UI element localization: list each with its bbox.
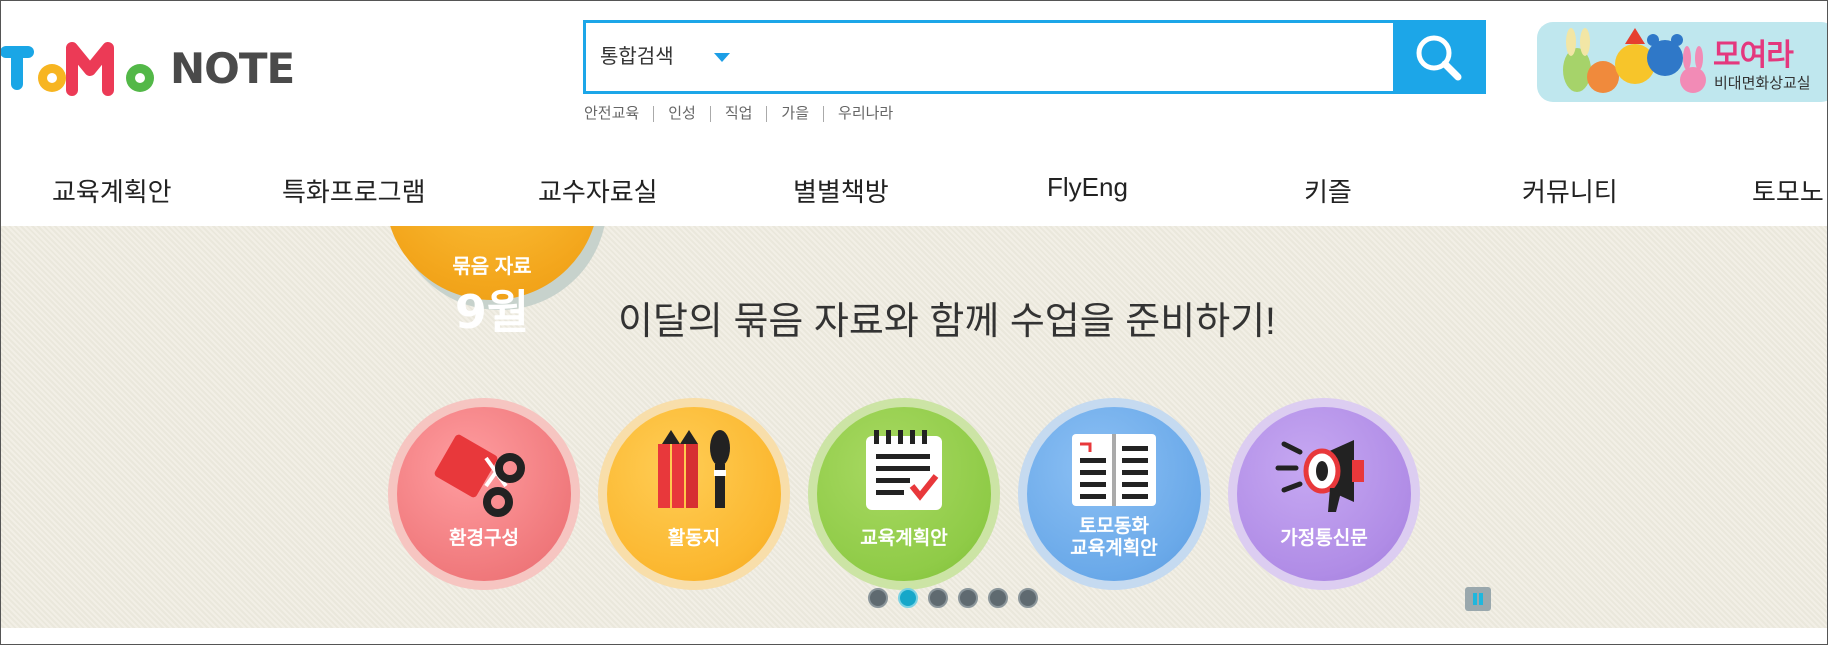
category-lesson-plan[interactable]: 교육계획안 [808, 398, 1000, 590]
carousel-pagination [868, 588, 1048, 608]
nav-item-special-program[interactable]: 특화프로그램 [282, 172, 426, 209]
banner-subtitle: 비대면화상교실 [1714, 75, 1811, 92]
scissors-paper-icon [434, 434, 525, 517]
banner-title: 모여라 [1713, 38, 1794, 73]
open-book-icon [1072, 434, 1156, 506]
monthly-bundle-section: 묶음 자료 9월 이달의 묶음 자료와 함께 수업을 준비하기! 환경구성 활동… [0, 226, 1828, 628]
keyword-link[interactable]: 안전교육 [584, 106, 653, 122]
category-label-line2: 교육계획안 [1070, 538, 1158, 559]
category-label-line1: 토모동화 [1079, 516, 1149, 537]
tomo-logo-mark [0, 42, 154, 96]
section-headline: 이달의 묶음 자료와 함께 수업을 준비하기! [618, 301, 1276, 343]
category-home-newsletter[interactable]: 가정통신문 [1228, 398, 1420, 590]
keyword-link[interactable]: 가을 [766, 106, 823, 122]
carousel-dot[interactable] [958, 588, 978, 608]
moyeora-banner[interactable]: 모여라 비대면화상교실 [1537, 22, 1828, 102]
month-badge-label: 묶음 자료 [452, 256, 532, 278]
carousel-dot[interactable] [868, 588, 888, 608]
carousel-dot-active[interactable] [898, 588, 918, 608]
carousel-dot[interactable] [1018, 588, 1038, 608]
popular-keywords: 안전교육 인성 직업 가을 우리나라 [584, 106, 907, 122]
search-bar: 통합검색 [583, 20, 1486, 94]
tomonote-logo[interactable]: NOTE [0, 38, 295, 98]
main-nav: 교육계획안 특화프로그램 교수자료실 별별책방 FlyEng 키즐 커뮤니티 토… [0, 150, 1828, 226]
category-label: 환경구성 [449, 528, 519, 549]
nav-item-lesson-plan[interactable]: 교육계획안 [52, 172, 172, 209]
search-input[interactable] [746, 33, 1266, 81]
nav-item-tomono[interactable]: 토모노 [1752, 172, 1824, 209]
carousel-dot[interactable] [988, 588, 1008, 608]
megaphone-icon [1275, 440, 1364, 512]
nav-item-teaching-materials[interactable]: 교수자료실 [538, 172, 658, 209]
category-environment[interactable]: 환경구성 [388, 398, 580, 590]
notepad-check-icon [866, 430, 942, 510]
pause-icon[interactable] [1465, 587, 1491, 611]
chevron-down-icon[interactable] [714, 53, 730, 62]
category-label: 가정통신문 [1280, 528, 1368, 549]
keyword-link[interactable]: 우리나라 [823, 106, 907, 122]
keyword-link[interactable]: 직업 [709, 106, 767, 122]
mascots-illustration [1563, 28, 1706, 93]
nav-item-community[interactable]: 커뮤니티 [1522, 172, 1618, 209]
nav-item-kizzle[interactable]: 키즐 [1304, 172, 1352, 209]
pencil-brush-icon [658, 430, 730, 508]
category-label: 교육계획안 [860, 528, 948, 549]
nav-item-book-room[interactable]: 별별책방 [793, 172, 889, 209]
keyword-link[interactable]: 인성 [653, 106, 710, 122]
category-label: 활동지 [667, 528, 721, 549]
category-worksheet[interactable]: 활동지 [598, 398, 790, 590]
search-button[interactable] [1393, 23, 1483, 91]
month-badge-value: 9월 [454, 285, 530, 339]
search-category-select[interactable]: 통합검색 [600, 23, 674, 91]
category-tomo-story-lesson-plan[interactable]: 토모동화 교육계획안 [1018, 398, 1210, 590]
logo-note-text: NOTE [170, 44, 295, 93]
nav-item-flyeng[interactable]: FlyEng [1047, 172, 1128, 203]
search-icon [1416, 35, 1462, 81]
header: NOTE 통합검색 안전교육 인성 직업 가을 우리나라 모여라 비대면화상교실 [0, 0, 1828, 150]
carousel-dot[interactable] [928, 588, 948, 608]
